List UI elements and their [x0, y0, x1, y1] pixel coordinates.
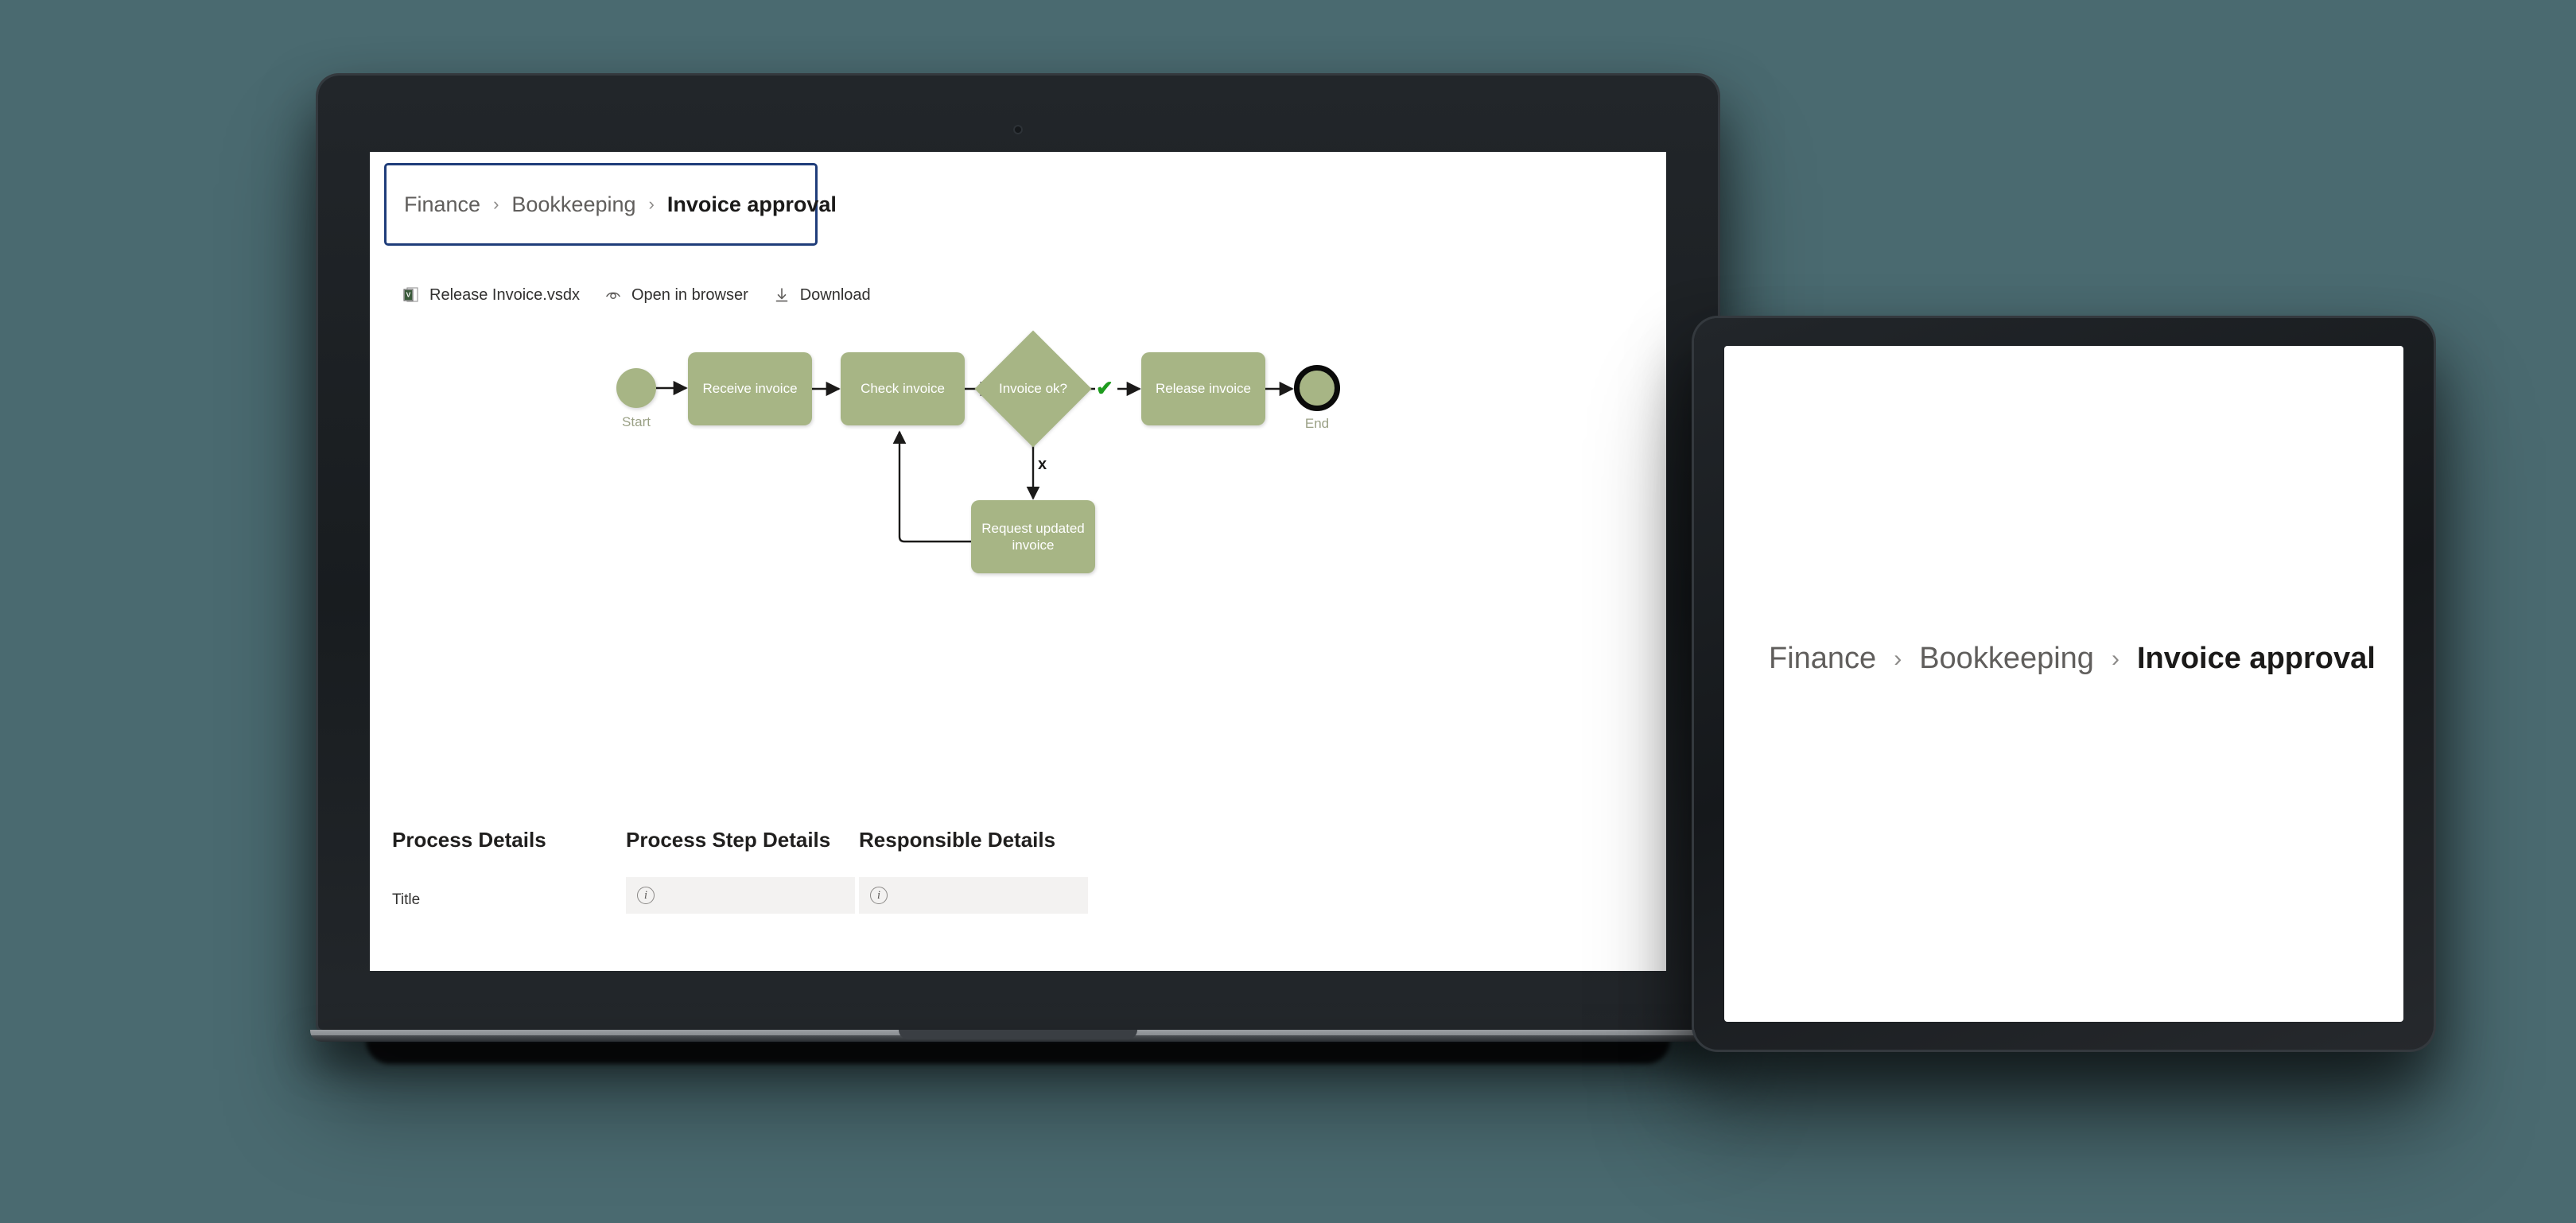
- flow-node-check-invoice-label: Check invoice: [861, 381, 945, 397]
- breadcrumb-separator-icon: ›: [493, 194, 499, 214]
- laptop-trackpad-notch: [899, 1030, 1137, 1039]
- tablet-screen-viewport: Finance › Bookkeeping › Invoice approval: [1724, 346, 2403, 1022]
- approved-check-icon: ✔: [1096, 376, 1113, 400]
- info-icon: i: [637, 887, 655, 904]
- laptop-foot-shadow: [366, 1040, 1670, 1064]
- flow-node-release-invoice[interactable]: Release invoice: [1141, 352, 1265, 425]
- flow-node-end[interactable]: [1294, 365, 1340, 411]
- flow-node-release-invoice-label: Release invoice: [1155, 381, 1251, 397]
- flow-node-invoice-ok-decision[interactable]: Invoice ok?: [974, 330, 1092, 448]
- tablet-breadcrumb-item-invoice-approval[interactable]: Invoice approval: [2137, 642, 2376, 676]
- open-in-browser-button[interactable]: Open in browser: [604, 285, 748, 305]
- download-label: Download: [799, 285, 871, 304]
- file-toolbar: V Release Invoice.vsdx Open in browser D…: [402, 285, 871, 305]
- tablet-device: Finance › Bookkeeping › Invoice approval: [1694, 318, 2434, 1050]
- laptop-screen-bezel: Finance › Bookkeeping › Invoice approval: [318, 76, 1718, 1030]
- file-name-button[interactable]: V Release Invoice.vsdx: [402, 285, 580, 305]
- laptop-device: Finance › Bookkeeping › Invoice approval: [310, 76, 1726, 1064]
- tablet-breadcrumb[interactable]: Finance › Bookkeeping › Invoice approval: [1769, 642, 2376, 676]
- visio-file-icon: V: [402, 285, 421, 305]
- eye-icon: [604, 285, 623, 305]
- flow-node-start-caption: Start: [622, 414, 651, 429]
- breadcrumb[interactable]: Finance › Bookkeeping › Invoice approval: [384, 163, 837, 246]
- process-step-details-heading: Process Step Details: [626, 828, 831, 852]
- webcam-icon: [1013, 125, 1023, 134]
- flow-node-end-caption: End: [1304, 416, 1330, 431]
- flow-node-check-invoice[interactable]: Check invoice: [841, 352, 965, 425]
- flow-node-invoice-ok-label: Invoice ok?: [999, 381, 1067, 397]
- breadcrumb-separator-icon: ›: [1894, 645, 1902, 672]
- flow-node-receive-invoice-label: Receive invoice: [702, 381, 798, 397]
- tablet-bezel: Finance › Bookkeeping › Invoice approval: [1694, 318, 2434, 1050]
- flow-node-request-updated-invoice[interactable]: Request updated invoice: [971, 500, 1095, 573]
- flow-node-receive-invoice[interactable]: Receive invoice: [688, 352, 812, 425]
- info-icon: i: [870, 887, 888, 904]
- file-name-label: Release Invoice.vsdx: [429, 285, 580, 304]
- download-button[interactable]: Download: [772, 285, 871, 305]
- app-root: Finance › Bookkeeping › Invoice approval: [370, 152, 1666, 971]
- laptop-base: [310, 1030, 1726, 1042]
- responsible-details-heading: Responsible Details: [859, 828, 1056, 852]
- process-diagram[interactable]: Start Receive invoice Check invoice Invo…: [370, 330, 1666, 780]
- process-details-heading: Process Details: [392, 828, 546, 852]
- tablet-breadcrumb-item-bookkeeping[interactable]: Bookkeeping: [1919, 642, 2094, 676]
- breadcrumb-item-invoice-approval[interactable]: Invoice approval: [667, 192, 837, 217]
- details-region: Process Details Process Step Details Res…: [370, 820, 1666, 971]
- download-arrow-icon: [772, 285, 791, 305]
- breadcrumb-item-finance[interactable]: Finance: [404, 192, 480, 217]
- rejected-x-label: x: [1038, 456, 1047, 473]
- tablet-breadcrumb-item-finance[interactable]: Finance: [1769, 642, 1876, 676]
- flow-node-start[interactable]: [616, 368, 656, 408]
- laptop-screen-viewport: Finance › Bookkeeping › Invoice approval: [370, 152, 1666, 971]
- title-field-label: Title: [392, 891, 421, 908]
- svg-text:V: V: [406, 290, 411, 298]
- breadcrumb-separator-icon: ›: [2111, 645, 2119, 672]
- breadcrumb-separator-icon: ›: [648, 194, 655, 214]
- breadcrumb-item-bookkeeping[interactable]: Bookkeeping: [511, 192, 635, 217]
- process-step-info-box: i: [626, 877, 855, 914]
- open-in-browser-label: Open in browser: [631, 285, 748, 304]
- flow-node-request-updated-invoice-label: Request updated invoice: [981, 520, 1085, 553]
- responsible-info-box: i: [859, 877, 1088, 914]
